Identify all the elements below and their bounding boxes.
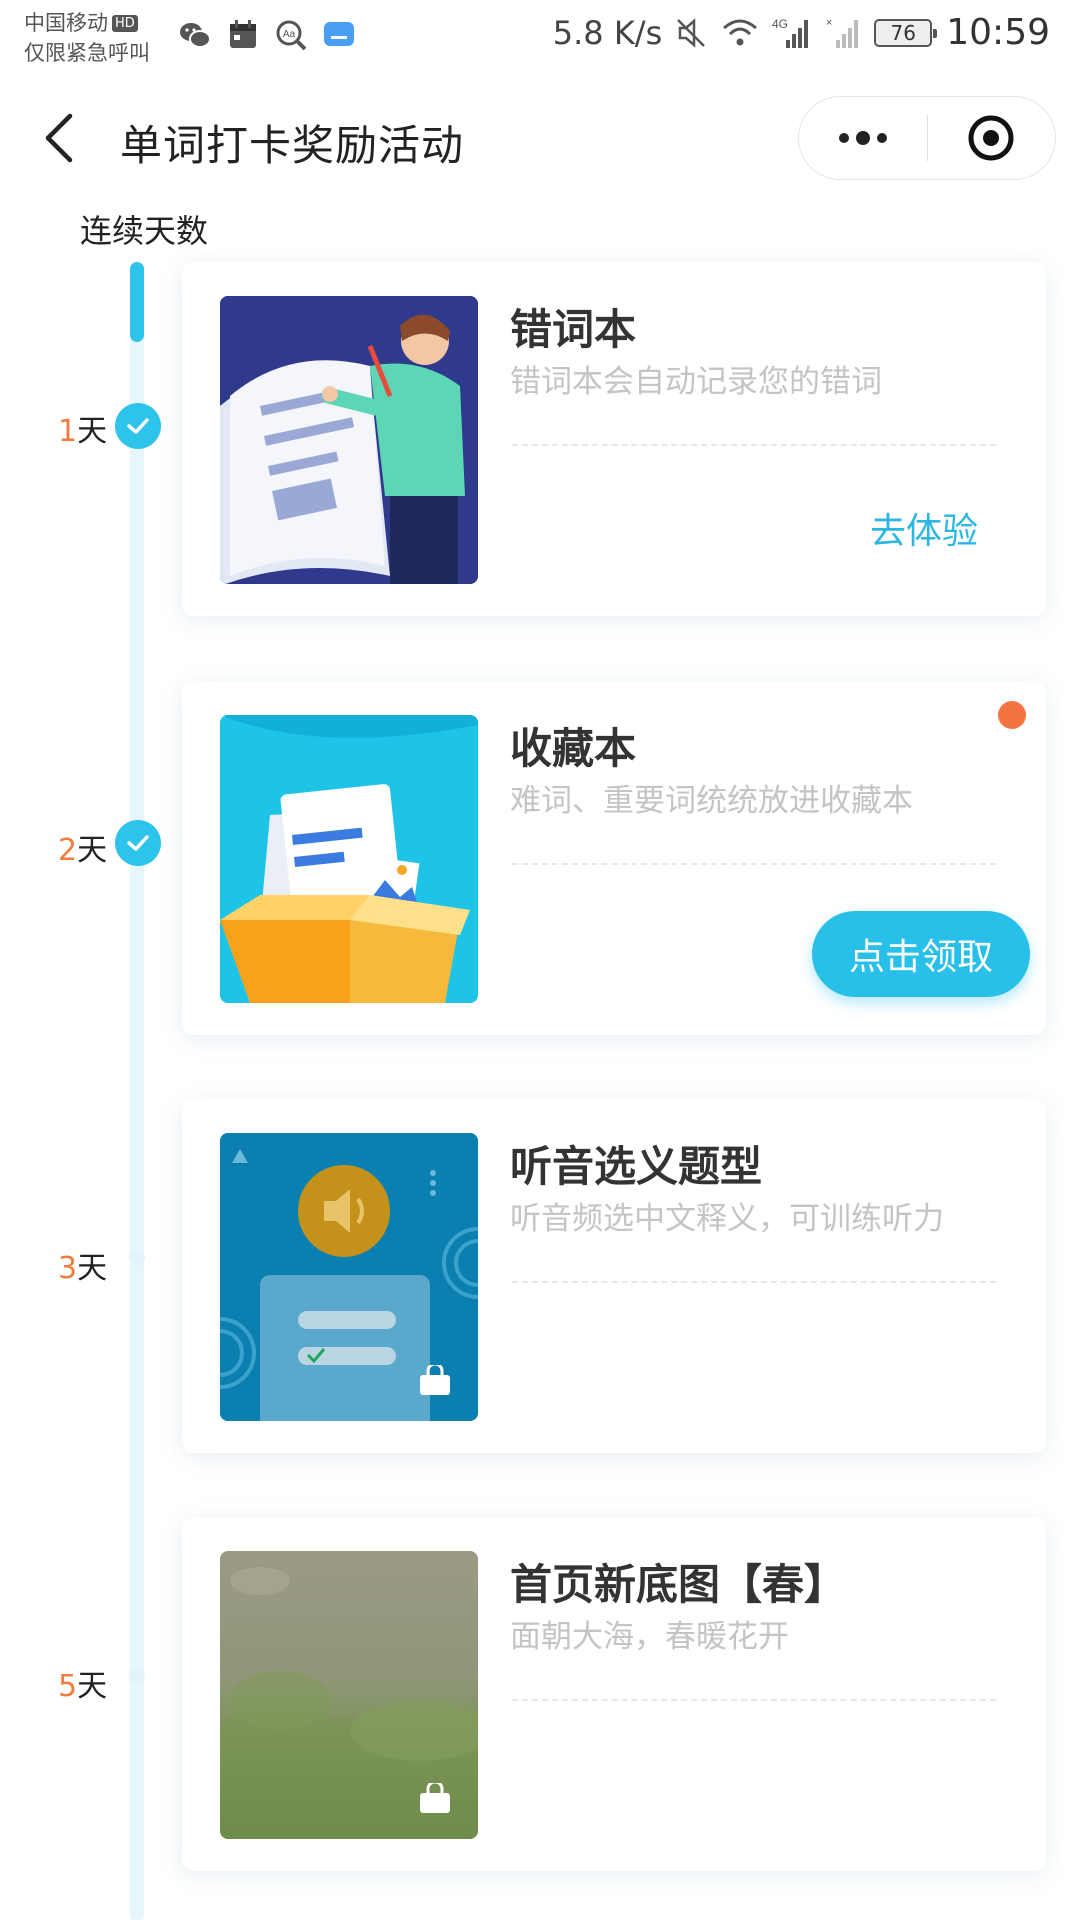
clock: 10:59 [946, 12, 1050, 53]
status-bar: 中国移动 HD 仅限紧急呼叫 Aa 5.8 K/s 4G × 76 10:59 [0, 0, 1080, 80]
mute-icon [677, 17, 706, 48]
more-dots-icon [876, 133, 887, 143]
locked-bag-icon [420, 1365, 450, 1395]
wrong-words-illustration [220, 296, 478, 584]
svg-text:Aa: Aa [283, 29, 296, 40]
favorites-illustration [220, 715, 478, 1003]
carrier-info: 中国移动 HD 仅限紧急呼叫 [24, 8, 150, 68]
svg-text:×: × [826, 17, 832, 29]
reward-card-listening-quiz: 听音选义题型 听音频选中文释义，可训练听力 [182, 1099, 1046, 1453]
day-marker-label: 1天 [58, 414, 108, 449]
hd-badge: HD [112, 15, 138, 32]
check-icon [115, 820, 161, 866]
battery-indicator: 76 [874, 18, 938, 47]
card-divider [512, 863, 996, 865]
card-description: 听音频选中文释义，可训练听力 [510, 1201, 944, 1237]
page-title: 单词打卡奖励活动 [120, 121, 465, 170]
signal-sim2-icon: × [826, 17, 859, 48]
emergency-text: 仅限紧急呼叫 [24, 41, 150, 65]
notification-dot [998, 701, 1026, 729]
day-marker-label: 5天 [58, 1669, 108, 1704]
day-marker-label: 2天 [58, 833, 108, 868]
more-dots-icon [855, 131, 870, 145]
try-it-link[interactable]: 去体验 [870, 502, 978, 554]
dictionary-search-icon: Aa [276, 20, 307, 51]
day-marker-label: 3天 [58, 1251, 108, 1286]
more-dots-icon [838, 133, 849, 143]
close-miniprogram-button[interactable] [928, 97, 1056, 179]
card-description: 面朝大海，春暖花开 [510, 1619, 789, 1655]
card-divider [512, 1699, 996, 1701]
reward-card-spring-wallpaper: 首页新底图【春】 面朝大海，春暖花开 [182, 1517, 1046, 1871]
notification-icons: Aa [178, 18, 356, 52]
card-description: 难词、重要词统统放进收藏本 [510, 783, 913, 819]
message-app-icon [324, 22, 354, 46]
calendar-icon [230, 20, 256, 48]
status-right: 5.8 K/s 4G × 76 10:59 [553, 12, 1050, 53]
target-close-icon [968, 115, 1014, 161]
more-options-button[interactable] [799, 97, 927, 179]
card-divider [512, 1281, 996, 1283]
svg-text:4G: 4G [772, 17, 788, 31]
card-divider [512, 444, 996, 446]
nav-bar: 单词打卡奖励活动 [0, 80, 1080, 195]
card-description: 错词本会自动记录您的错词 [510, 364, 882, 400]
locked-bag-icon [420, 1783, 450, 1813]
timeline-node [129, 1668, 145, 1684]
timeline-node [129, 1250, 145, 1266]
claim-reward-button[interactable]: 点击领取 [812, 911, 1030, 997]
listening-quiz-illustration [220, 1133, 478, 1421]
spring-wallpaper-thumbnail [220, 1551, 478, 1839]
miniprogram-capsule [798, 96, 1056, 180]
card-title: 收藏本 [510, 724, 637, 773]
card-title: 听音选义题型 [510, 1142, 763, 1191]
reward-card-favorites: 收藏本 难词、重要词统统放进收藏本 点击领取 [182, 681, 1046, 1035]
check-icon [115, 403, 161, 449]
card-title: 首页新底图【春】 [510, 1560, 847, 1609]
timeline-progress [130, 262, 144, 342]
reward-card-wrong-words: 错词本 错词本会自动记录您的错词 去体验 [182, 262, 1046, 616]
signal-4g-icon: 4G [772, 17, 809, 48]
wifi-icon [723, 19, 758, 45]
card-title: 错词本 [510, 305, 637, 354]
network-speed: 5.8 K/s [552, 13, 663, 52]
streak-days-label: 连续天数 [80, 212, 209, 250]
carrier-name: 中国移动 [24, 11, 108, 35]
back-icon[interactable] [40, 110, 80, 166]
wechat-icon [180, 23, 211, 48]
